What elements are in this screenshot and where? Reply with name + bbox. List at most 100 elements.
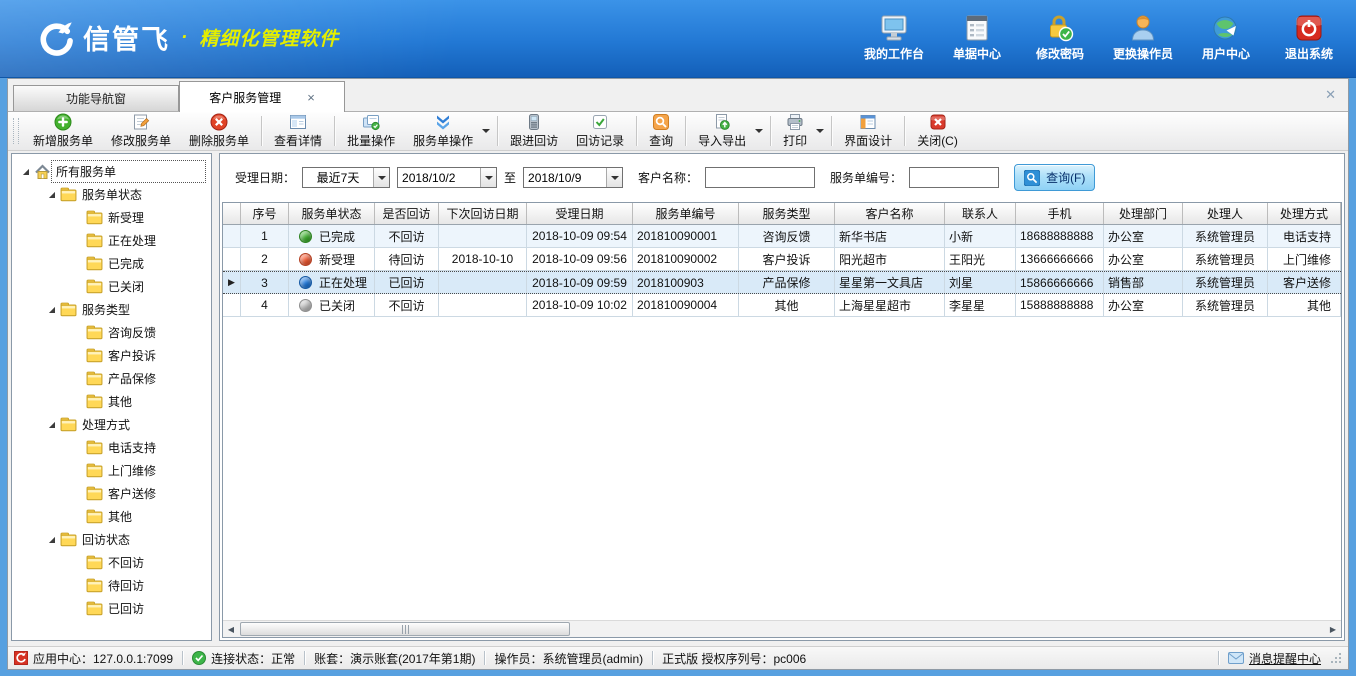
tree-node[interactable]: 咨询反馈 xyxy=(12,321,211,344)
message-center-link[interactable]: 消息提醒中心 xyxy=(1228,650,1321,667)
order-no-input[interactable] xyxy=(909,167,999,188)
tree-node[interactable]: ◢ 回访状态 xyxy=(12,528,211,551)
import-export-button[interactable]: 导入导出 xyxy=(689,113,767,149)
column-header-accept_date[interactable]: 受理日期 xyxy=(527,203,633,224)
resize-grip-icon[interactable] xyxy=(1330,652,1342,664)
search-button[interactable]: 查询 xyxy=(640,113,682,149)
tree-node[interactable]: 其他 xyxy=(12,390,211,413)
query-button[interactable]: 查询(F) xyxy=(1014,164,1095,191)
column-header-handler[interactable]: 处理人 xyxy=(1183,203,1268,224)
tree-expand-icon[interactable]: ◢ xyxy=(44,190,60,199)
nav-label: 修改密码 xyxy=(1036,45,1084,62)
tree-node[interactable]: ◢ 所有服务单 xyxy=(12,160,211,183)
cell-customer: 星星第一文具店 xyxy=(835,272,945,293)
folder-icon xyxy=(86,348,104,364)
batch-operation-button[interactable]: 批量操作 xyxy=(338,113,404,149)
tree-node[interactable]: 电话支持 xyxy=(12,436,211,459)
tree-node[interactable]: ◢处理方式 xyxy=(12,413,211,436)
tree-node-label: 回访状态 xyxy=(78,529,134,550)
panel-splitter[interactable] xyxy=(212,153,219,641)
scroll-right-icon[interactable]: ▶ xyxy=(1325,621,1341,637)
tree-expand-icon[interactable]: ◢ xyxy=(44,420,60,429)
date-to-select[interactable]: 2018/10/9 xyxy=(523,167,623,188)
tree-node[interactable]: 产品保修 xyxy=(12,367,211,390)
nav-user-center[interactable]: 用户中心 xyxy=(1193,11,1259,62)
dropdown-arrow-icon[interactable] xyxy=(755,129,763,137)
column-header-dept[interactable]: 处理部门 xyxy=(1104,203,1183,224)
tree-node[interactable]: 已回访 xyxy=(12,597,211,620)
tree-node-label: 所有服务单 xyxy=(52,161,205,182)
table-row[interactable]: ▶3正在处理已回访2018-10-09 09:592018100903产品保修星… xyxy=(223,271,1341,294)
tree-node[interactable]: ◢ 服务单状态 xyxy=(12,183,211,206)
column-header-status[interactable]: 服务单状态 xyxy=(289,203,375,224)
column-header-method[interactable]: 处理方式 xyxy=(1268,203,1341,224)
nav-switch-operator[interactable]: 更换操作员 xyxy=(1110,11,1176,62)
toolbar-grip[interactable] xyxy=(13,118,19,144)
column-header-customer[interactable]: 客户名称 xyxy=(835,203,945,224)
toolbar-button-label: 新增服务单 xyxy=(33,132,93,149)
folder-icon xyxy=(86,256,104,272)
tree-expand-icon[interactable]: ◢ xyxy=(44,305,60,314)
print-button[interactable]: 打印 xyxy=(774,113,828,149)
table-row[interactable]: 1已完成不回访2018-10-09 09:54201810090001咨询反馈新… xyxy=(223,225,1341,248)
add-service-order-button[interactable]: 新增服务单 xyxy=(24,113,102,149)
tree-node[interactable]: 新受理 xyxy=(12,206,211,229)
table-row[interactable]: 2新受理待回访2018-10-102018-10-09 09:562018100… xyxy=(223,248,1341,271)
license-text: 正式版 授权序列号：pc006 xyxy=(662,650,806,667)
nav-my-workspace[interactable]: 我的工作台 xyxy=(861,11,927,62)
tab-customer-service[interactable]: 客户服务管理 × xyxy=(179,81,345,112)
visit-records-button[interactable]: 回访记录 xyxy=(567,113,633,149)
tree-node[interactable]: 正在处理 xyxy=(12,229,211,252)
tree-node[interactable]: 上门维修 xyxy=(12,459,211,482)
order-actions-button[interactable]: 服务单操作 xyxy=(404,113,494,149)
follow-up-visit-button[interactable]: 跟进回访 xyxy=(501,113,567,149)
tree-node[interactable]: 待回访 xyxy=(12,574,211,597)
combo-arrow-icon[interactable] xyxy=(606,168,622,187)
account-set-status: 账套：演示账套(2017年第1期) xyxy=(314,650,475,667)
column-header-order_no[interactable]: 服务单编号 xyxy=(633,203,739,224)
tree-node[interactable]: 客户投诉 xyxy=(12,344,211,367)
combo-arrow-icon[interactable] xyxy=(480,168,496,187)
date-from-select[interactable]: 2018/10/2 xyxy=(397,167,497,188)
column-header-next_visit[interactable]: 下次回访日期 xyxy=(439,203,527,224)
date-range-select[interactable]: 最近7天 xyxy=(302,167,390,188)
tree-node[interactable]: 其他 xyxy=(12,505,211,528)
scroll-left-icon[interactable]: ◀ xyxy=(223,621,239,637)
toolbar-button-label: 服务单操作 xyxy=(413,132,473,149)
column-header-indicator[interactable] xyxy=(223,203,241,224)
tree-node[interactable]: 不回访 xyxy=(12,551,211,574)
nav-document-center[interactable]: 单据中心 xyxy=(944,11,1010,62)
tabstrip-close-icon[interactable] xyxy=(1325,87,1336,103)
tree-expand-icon[interactable]: ◢ xyxy=(44,535,60,544)
column-header-contact[interactable]: 联系人 xyxy=(945,203,1016,224)
tree-node[interactable]: 已关闭 xyxy=(12,275,211,298)
customer-name-input[interactable] xyxy=(705,167,815,188)
horizontal-scrollbar[interactable]: ◀ ▶ xyxy=(223,620,1341,637)
tab-close-icon[interactable]: × xyxy=(307,90,315,105)
tree-node[interactable]: 客户送修 xyxy=(12,482,211,505)
tab-function-navigator[interactable]: 功能导航窗 xyxy=(13,85,179,111)
column-header-revisit[interactable]: 是否回访 xyxy=(375,203,439,224)
delete-icon xyxy=(210,113,228,131)
dropdown-arrow-icon[interactable] xyxy=(816,129,824,137)
tree-node[interactable]: 已完成 xyxy=(12,252,211,275)
view-details-button[interactable]: 查看详情 xyxy=(265,113,331,149)
tree-node-label: 服务单状态 xyxy=(78,184,146,205)
table-row[interactable]: 4已关闭不回访2018-10-09 10:02201810090004其他上海星… xyxy=(223,294,1341,317)
nav-exit-system[interactable]: 退出系统 xyxy=(1276,11,1342,62)
column-header-mobile[interactable]: 手机 xyxy=(1016,203,1104,224)
dropdown-arrow-icon[interactable] xyxy=(482,129,490,137)
close-button[interactable]: 关闭(C) xyxy=(908,113,967,149)
ui-design-button[interactable]: 界面设计 xyxy=(835,113,901,149)
tree-expand-icon[interactable]: ◢ xyxy=(18,167,34,176)
scrollbar-thumb[interactable] xyxy=(240,622,570,636)
edit-service-order-button[interactable]: 修改服务单 xyxy=(102,113,180,149)
folder-icon xyxy=(86,509,104,525)
tree-node[interactable]: ◢服务类型 xyxy=(12,298,211,321)
folder-icon xyxy=(86,463,104,479)
column-header-service_type[interactable]: 服务类型 xyxy=(739,203,835,224)
delete-service-order-button[interactable]: 删除服务单 xyxy=(180,113,258,149)
combo-arrow-icon[interactable] xyxy=(373,168,389,187)
column-header-index[interactable]: 序号 xyxy=(241,203,289,224)
nav-change-password[interactable]: 修改密码 xyxy=(1027,11,1093,62)
